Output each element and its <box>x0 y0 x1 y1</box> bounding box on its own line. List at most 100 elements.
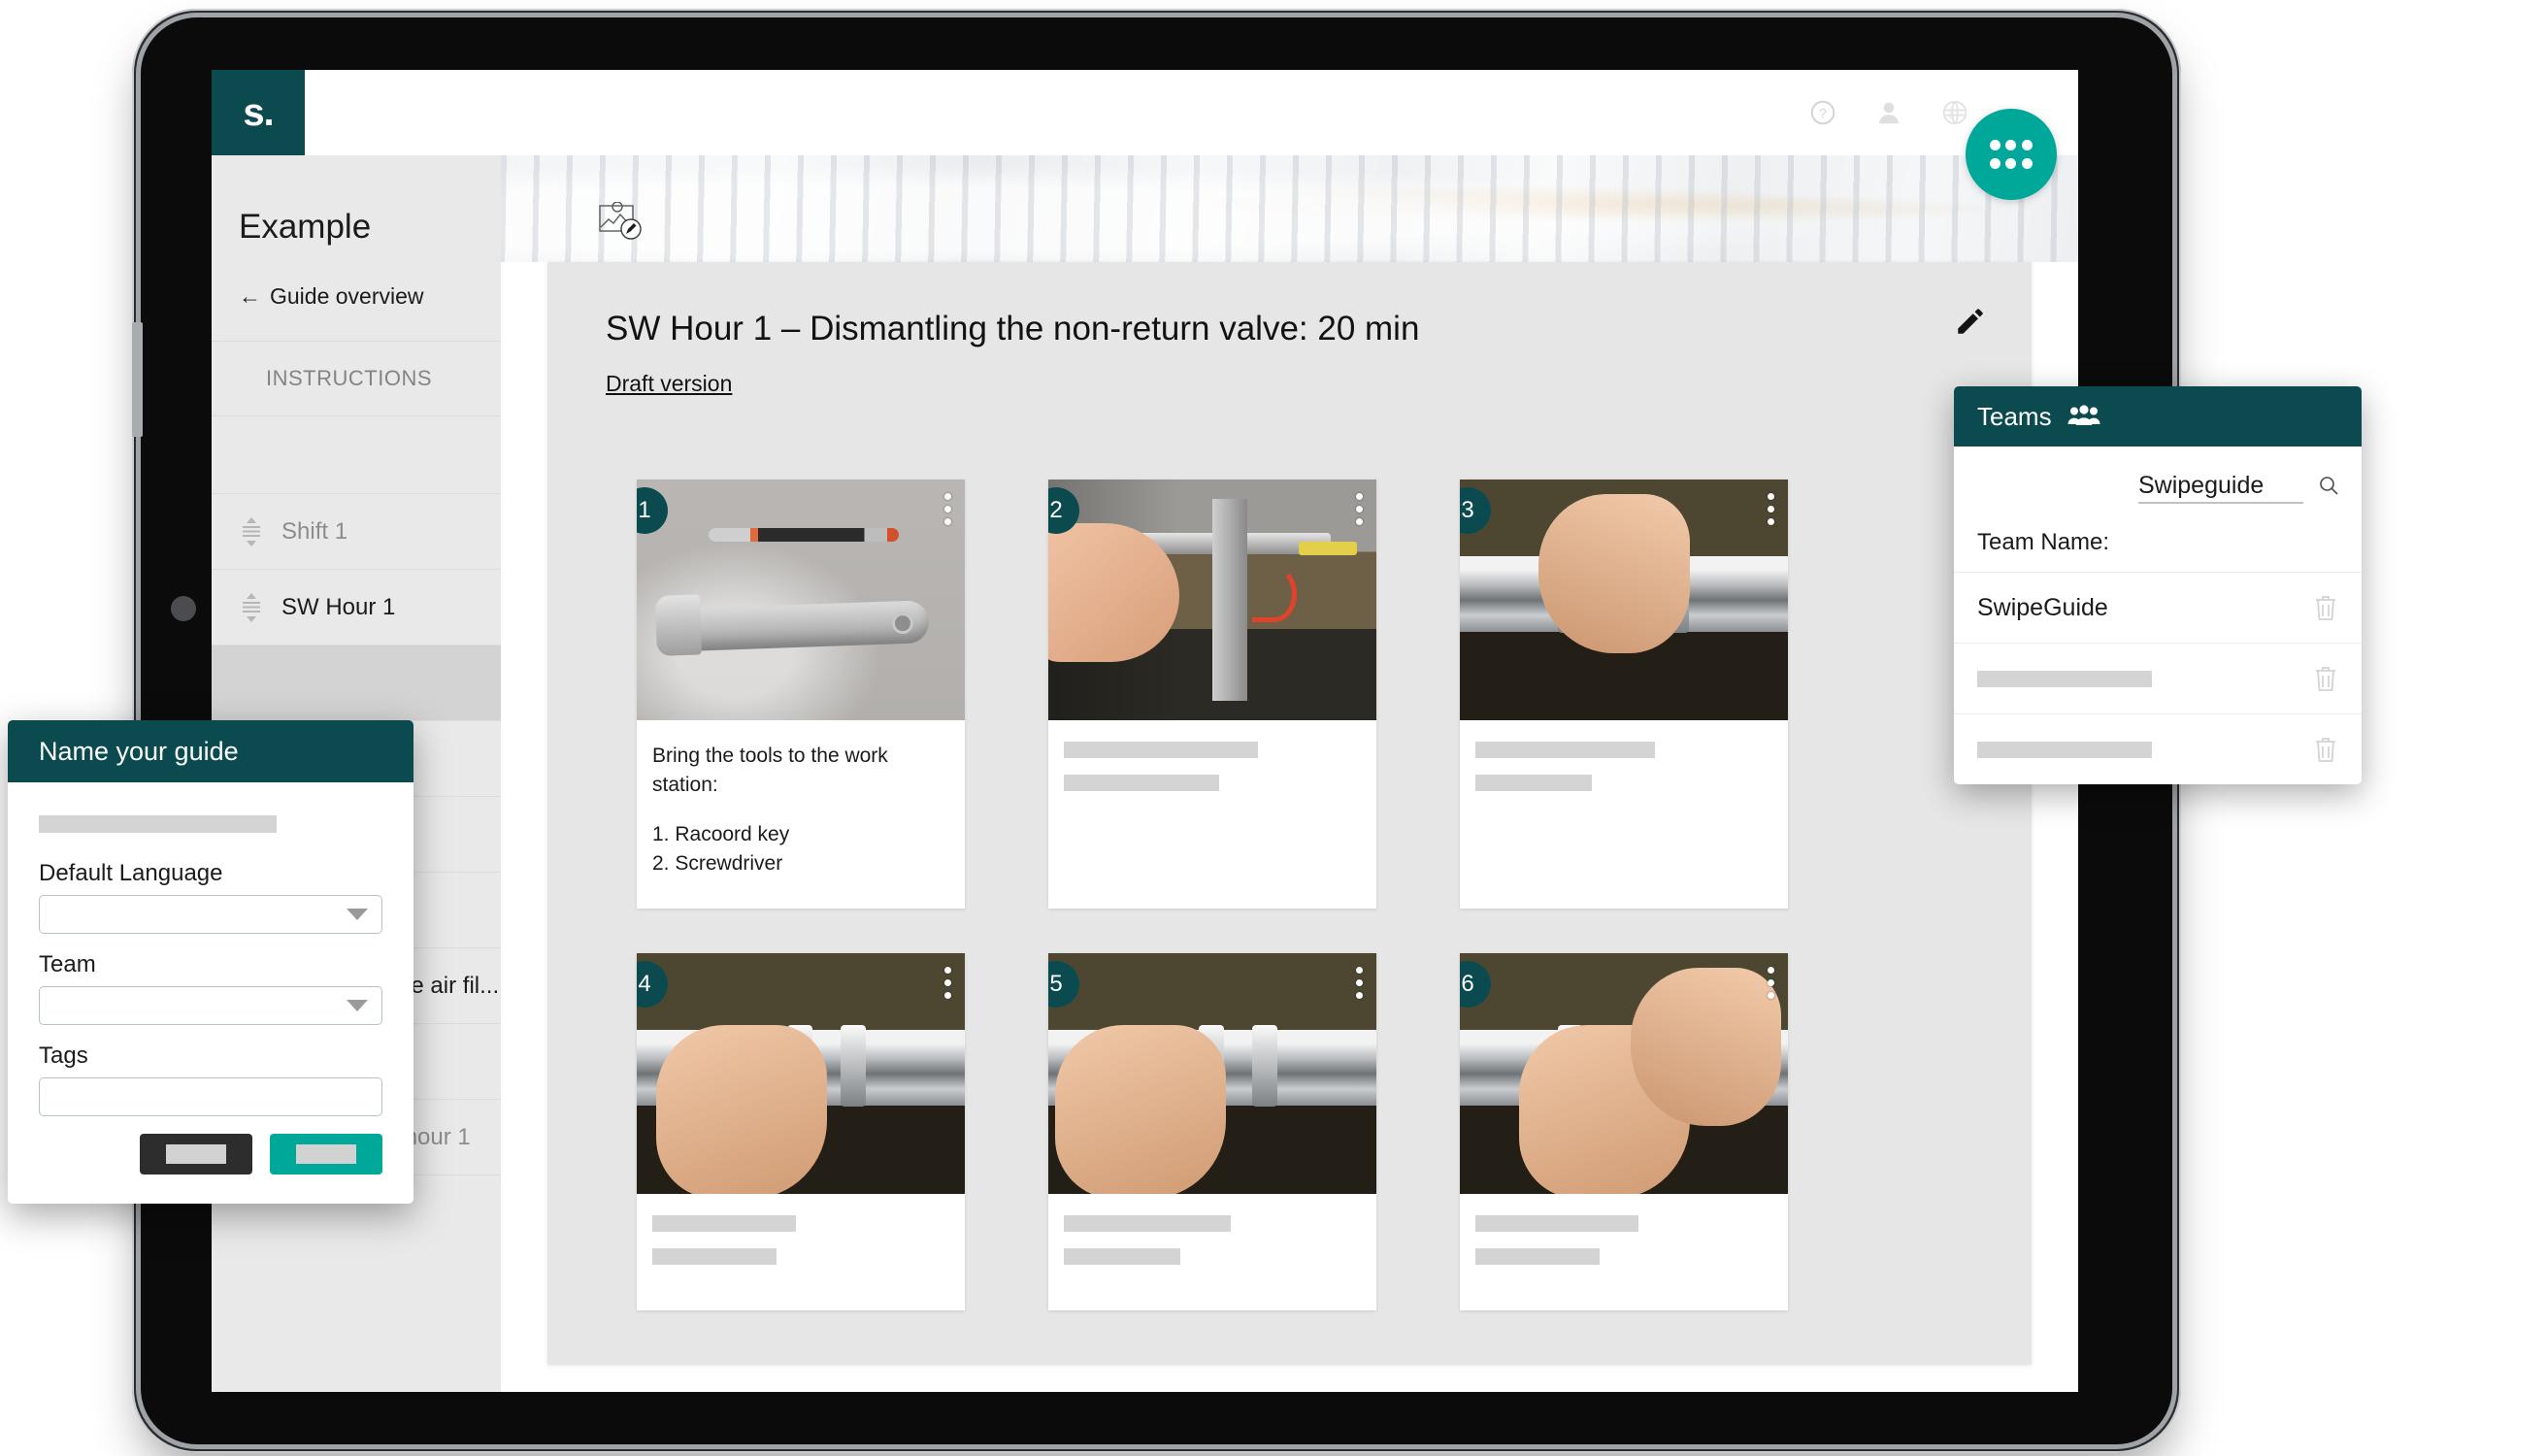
step-menu-icon[interactable] <box>1356 493 1363 531</box>
fab-dot <box>1989 140 2000 150</box>
trash-icon[interactable] <box>2313 593 2338 622</box>
cancel-button-label <box>166 1144 226 1164</box>
text-placeholder <box>1475 1214 1638 1232</box>
teams-panel-title: Teams <box>1977 401 2052 431</box>
step-image[interactable]: 3 <box>1460 480 1788 720</box>
volume-button[interactable] <box>132 322 143 437</box>
teams-panel: Teams Swipeguide Team Name: SwipeGuide <box>1954 386 2362 784</box>
sidebar-section-label: INSTRUCTIONS <box>266 366 432 390</box>
team-name: SwipeGuide <box>1977 593 2108 621</box>
step-menu-icon[interactable] <box>944 966 951 1005</box>
app-logo-text: s. <box>243 90 274 134</box>
power-button[interactable] <box>171 596 196 621</box>
sidebar-section-instructions: INSTRUCTIONS <box>212 341 501 416</box>
step-image[interactable]: 2 <box>1048 480 1376 720</box>
step-menu-icon[interactable] <box>1356 966 1363 1005</box>
field-label-team: Team <box>39 951 96 977</box>
sidebar-item-sw-hour-1[interactable]: SW Hour 1 <box>212 570 501 645</box>
field-label-tags: Tags <box>39 1042 88 1069</box>
team-row[interactable]: SwipeGuide <box>1954 572 2362 643</box>
step-image[interactable]: 1 <box>637 480 965 720</box>
step-card[interactable]: 2 <box>1048 480 1376 909</box>
trash-icon[interactable] <box>2313 664 2338 693</box>
user-icon[interactable] <box>1874 98 1903 127</box>
team-name-placeholder <box>1977 670 2152 687</box>
step-card[interactable]: 6 <box>1460 952 1788 1310</box>
select-team[interactable] <box>39 986 382 1025</box>
step-heading: Bring the tools to the work station: <box>652 745 888 797</box>
step-card[interactable]: 4 <box>637 952 965 1310</box>
step-list: 1. Racoord key 2. Screwdriver <box>652 820 949 879</box>
step-card[interactable]: 3 <box>1460 480 1788 909</box>
app-logo[interactable]: s. <box>212 70 305 155</box>
main-content: SW Hour 1 – Dismantling the non-return v… <box>501 155 2078 1392</box>
app-screen: s. ? Example ← Guide overview INSTRUCTIO… <box>212 70 2078 1392</box>
sidebar-item-empty[interactable] <box>212 645 501 721</box>
step-body <box>637 1194 965 1310</box>
apps-grid-fab[interactable] <box>1966 109 2057 200</box>
cancel-button[interactable] <box>140 1134 252 1175</box>
teams-search-input[interactable]: Swipeguide <box>2138 472 2303 504</box>
reorder-handle-icon[interactable] <box>239 591 264 624</box>
people-group-icon <box>2067 405 2100 428</box>
arrow-left-icon: ← <box>239 283 261 309</box>
globe-icon[interactable] <box>1940 98 1969 127</box>
page-title: Example <box>239 208 372 246</box>
text-placeholder <box>1475 1247 1600 1265</box>
image-edit-icon[interactable] <box>598 202 648 245</box>
guide-name-input[interactable] <box>39 815 277 833</box>
step-body <box>1048 720 1376 837</box>
text-placeholder <box>1064 1214 1231 1232</box>
step-body <box>1048 1194 1376 1310</box>
sidebar-item-label: SW Hour 1 <box>281 593 396 620</box>
guide-detail-card: SW Hour 1 – Dismantling the non-return v… <box>547 262 2032 1365</box>
name-guide-modal-title: Name your guide <box>39 736 239 766</box>
svg-text:?: ? <box>1819 107 1827 121</box>
guide-title: SW Hour 1 – Dismantling the non-return v… <box>606 310 1420 347</box>
steps-grid: 1 Bring the tools to the work station: 1. … <box>637 480 1942 1310</box>
step-body: Bring the tools to the work station: 1. R… <box>637 720 965 909</box>
text-placeholder <box>1475 742 1655 758</box>
teams-column-header: Team Name: <box>1977 529 2110 555</box>
step-image[interactable]: 6 <box>1460 952 1788 1194</box>
select-default-language[interactable] <box>39 895 382 934</box>
sidebar-item-shift-1[interactable]: Shift 1 <box>212 494 501 570</box>
chevron-down-icon <box>347 1000 368 1011</box>
teams-panel-header: Teams <box>1954 386 2362 447</box>
team-name-placeholder <box>1977 741 2152 758</box>
step-list-item: 1. Racoord key <box>652 822 790 845</box>
confirm-button[interactable] <box>270 1134 382 1175</box>
pencil-icon[interactable] <box>1954 305 1987 338</box>
trash-icon[interactable] <box>2313 735 2338 764</box>
sidebar-item-label: Shift 1 <box>281 517 348 545</box>
step-menu-icon[interactable] <box>1768 493 1774 531</box>
text-placeholder <box>652 1214 796 1232</box>
search-icon[interactable] <box>2317 474 2340 502</box>
text-placeholder <box>1064 775 1219 791</box>
draft-version-link[interactable]: Draft version <box>606 371 732 397</box>
back-link-label: Guide overview <box>270 283 424 309</box>
step-card[interactable]: 1 Bring the tools to the work station: 1. … <box>637 480 965 909</box>
header-icon-group: ? <box>1808 70 1969 155</box>
teams-search-row: Swipeguide <box>1954 447 2362 512</box>
steps-scroll-area[interactable]: 1 Bring the tools to the work station: 1. … <box>547 433 2032 1365</box>
fab-dot <box>2022 140 2033 150</box>
team-row[interactable] <box>1954 643 2362 713</box>
step-card[interactable]: 5 <box>1048 952 1376 1310</box>
guide-header: SW Hour 1 – Dismantling the non-return v… <box>547 262 2032 397</box>
input-tags[interactable] <box>39 1077 382 1116</box>
reorder-handle-icon[interactable] <box>239 515 264 548</box>
team-row[interactable] <box>1954 713 2362 784</box>
sidebar-spacer <box>212 416 501 494</box>
step-menu-icon[interactable] <box>1768 966 1774 1005</box>
guide-overview-back-link[interactable]: ← Guide overview <box>212 247 501 310</box>
text-placeholder <box>1064 742 1258 758</box>
help-icon[interactable]: ? <box>1808 98 1837 127</box>
fab-dot <box>2005 158 2017 169</box>
step-menu-icon[interactable] <box>944 493 951 531</box>
text-placeholder <box>652 1247 777 1265</box>
name-guide-field-list: Default Language Team Tags <box>39 860 382 1116</box>
step-image[interactable]: 5 <box>1048 952 1376 1194</box>
scene: s. ? Example ← Guide overview INSTRUCTIO… <box>0 0 2546 1456</box>
step-image[interactable]: 4 <box>637 952 965 1194</box>
